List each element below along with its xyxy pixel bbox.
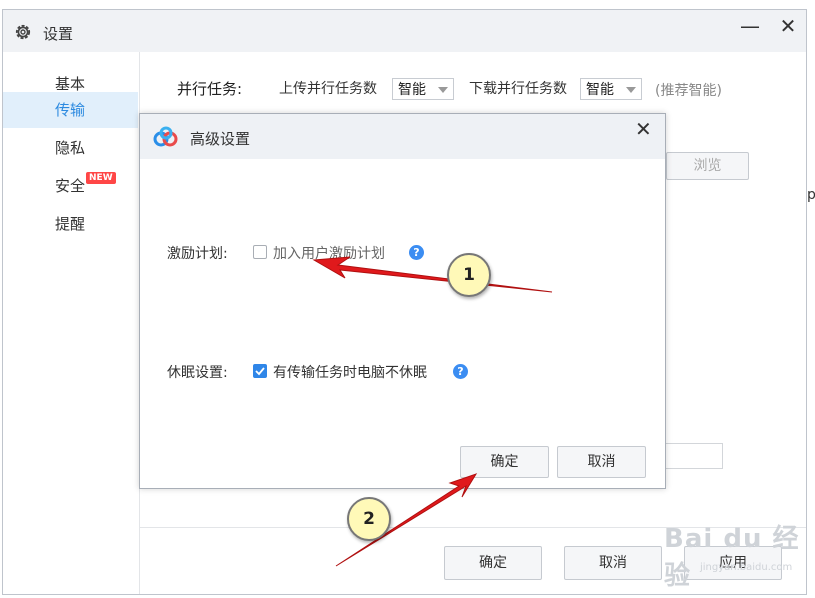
annotation-arrows <box>312 256 553 567</box>
callout-1: 1 <box>447 253 491 297</box>
callout-2: 2 <box>347 497 391 541</box>
arrow-1-icon <box>312 256 553 293</box>
